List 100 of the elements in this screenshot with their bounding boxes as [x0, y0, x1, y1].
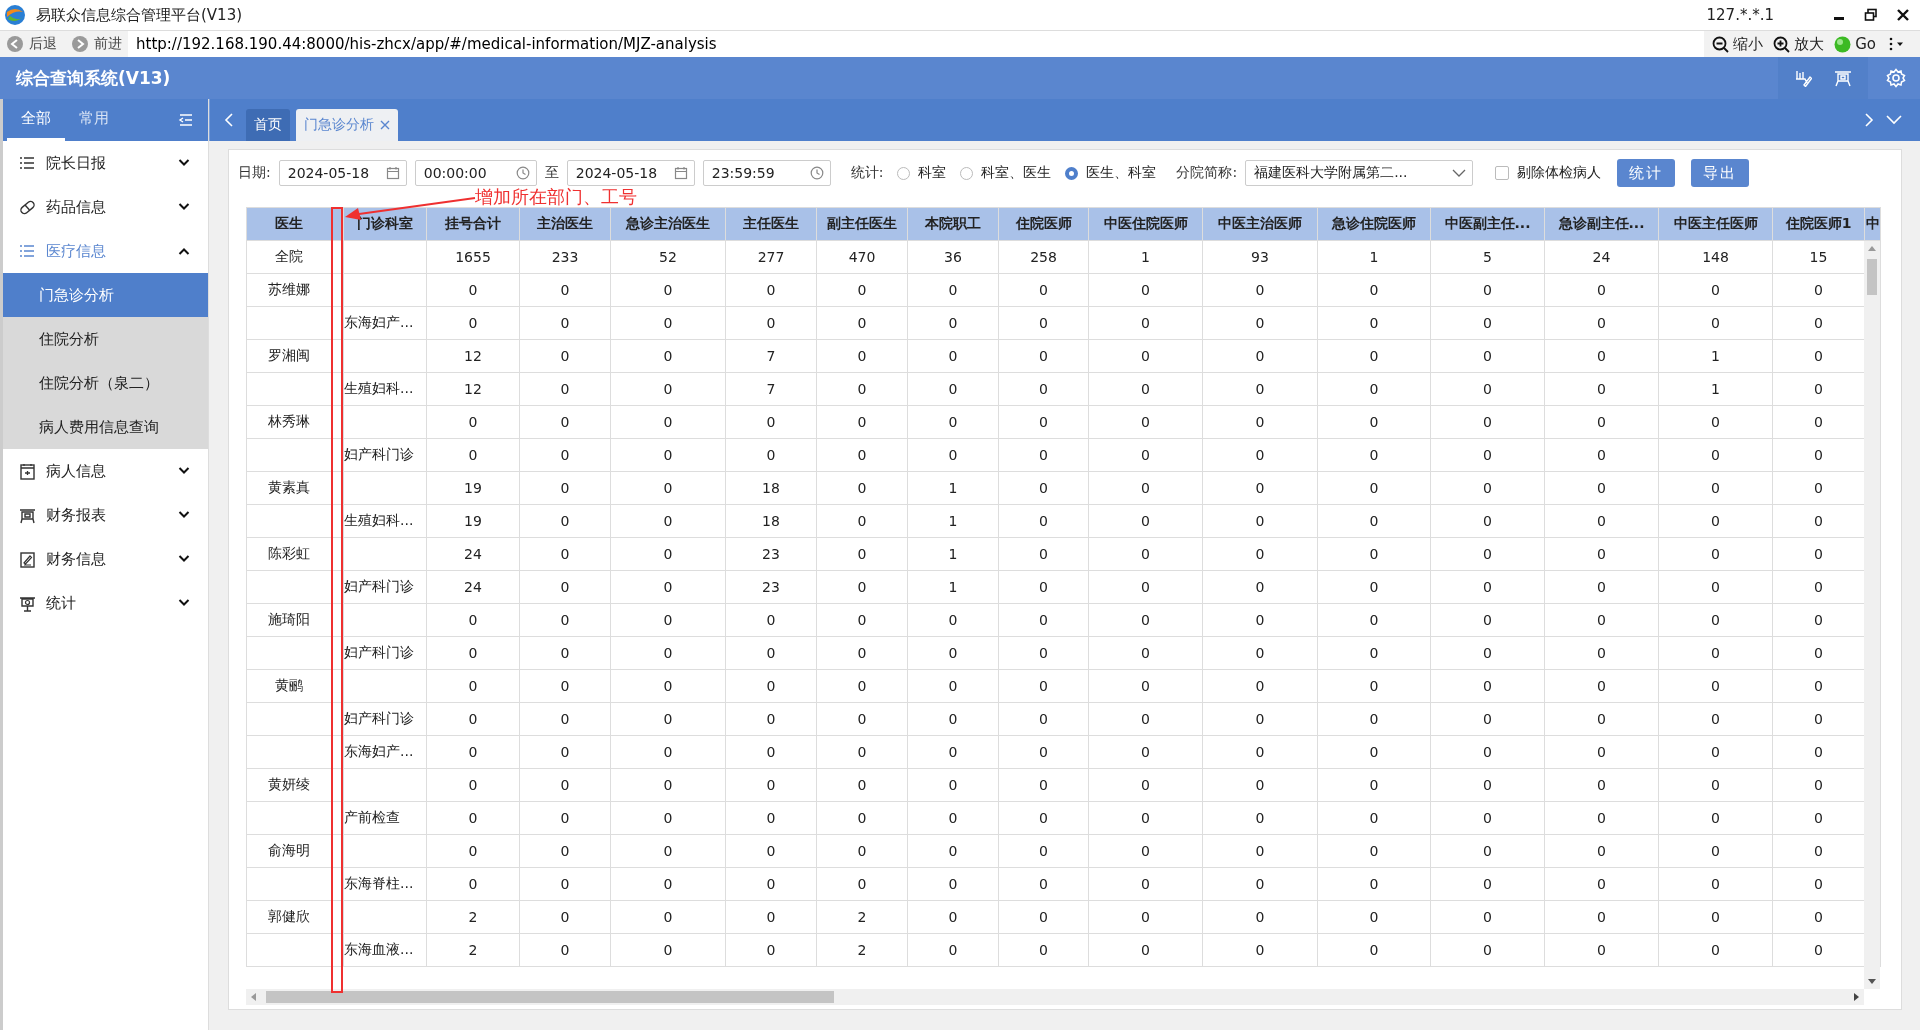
column-header: 副主任医生: [816, 207, 908, 241]
table-cell: 12: [426, 339, 520, 373]
date-field[interactable]: 2024-05-18: [278, 160, 407, 186]
table-cell: 0: [1202, 900, 1318, 934]
table-cell: 0: [1317, 306, 1431, 340]
table-cell: 0: [1658, 438, 1773, 472]
scroll-thumb[interactable]: [266, 991, 834, 1003]
pen-icon[interactable]: [1794, 69, 1812, 87]
restore-icon[interactable]: [1864, 8, 1878, 22]
table-cell: 0: [1088, 735, 1203, 769]
table-cell: 0: [610, 471, 726, 505]
chevron-down-icon[interactable]: [1886, 115, 1902, 125]
vertical-scrollbar[interactable]: [1864, 241, 1880, 989]
table-cell: 0: [1544, 933, 1659, 967]
collapse-menu-icon[interactable]: [178, 113, 194, 127]
table-cell: 5: [1430, 240, 1545, 274]
table-cell: 0: [1430, 801, 1545, 835]
submenu-item[interactable]: 门急诊分析: [3, 273, 208, 317]
sidebar-item[interactable]: 病人信息: [3, 449, 208, 493]
table-cell: 0: [1088, 768, 1203, 802]
zoom-in-button[interactable]: 放大: [1773, 34, 1825, 54]
table-cell: 0: [1088, 702, 1203, 736]
forward-button[interactable]: 前进: [71, 35, 122, 53]
table-cell: 0: [1317, 933, 1431, 967]
back-button[interactable]: 后退: [6, 35, 57, 53]
table-cell: 0: [998, 900, 1089, 934]
branch-dropdown[interactable]: 福建医科大学附属第二...: [1245, 160, 1474, 186]
table-cell: 0: [1544, 372, 1659, 406]
submenu-item[interactable]: 住院分析（泉二）: [3, 361, 208, 405]
table-cell: 0: [1658, 702, 1773, 736]
go-button[interactable]: Go: [1834, 35, 1876, 53]
table-cell: 0: [998, 273, 1089, 307]
sidebar-item[interactable]: 统计: [3, 581, 208, 625]
table-cell: 0: [907, 273, 999, 307]
chevron-left-icon[interactable]: [224, 112, 234, 128]
close-icon[interactable]: [1896, 8, 1910, 22]
scroll-thumb[interactable]: [1867, 259, 1877, 295]
table-cell: 0: [1544, 900, 1659, 934]
sidebar-item[interactable]: 财务信息: [3, 537, 208, 581]
table-cell: 0: [1658, 834, 1773, 868]
table-cell: 0: [907, 306, 999, 340]
table-cell: 0: [519, 636, 611, 670]
chevron-right-icon[interactable]: [1864, 112, 1874, 128]
table-cell: 0: [1430, 504, 1545, 538]
radio-option[interactable]: 科室、医生: [960, 164, 1052, 182]
chevron-down-icon: [178, 511, 190, 519]
table-cell: 0: [1088, 405, 1203, 439]
chevron-down-icon: [178, 203, 190, 211]
table-cell: 0: [725, 636, 817, 670]
table-cell: 0: [610, 504, 726, 538]
table-cell: 0: [1658, 735, 1773, 769]
table-cell: 0: [1317, 273, 1431, 307]
sidebar-item[interactable]: 医疗信息: [3, 229, 208, 273]
table-cell: 0: [610, 900, 726, 934]
submenu-item[interactable]: 病人费用信息查询: [3, 405, 208, 449]
submenu-item[interactable]: 住院分析: [3, 317, 208, 361]
checkbox-option[interactable]: 剔除体检病人: [1495, 164, 1602, 182]
to-label: 至: [544, 164, 559, 182]
table-cell: 0: [1544, 339, 1659, 373]
sidebar-item[interactable]: 药品信息: [3, 185, 208, 229]
board-icon: [19, 506, 36, 524]
settings-icon[interactable]: [1886, 68, 1906, 88]
page-tab[interactable]: 首页: [246, 109, 290, 141]
zoom-out-button[interactable]: 缩小: [1712, 34, 1764, 54]
table-cell: 0: [610, 570, 726, 604]
sidebar-item[interactable]: 财务报表: [3, 493, 208, 537]
table-cell: 0: [1317, 405, 1431, 439]
horizontal-scrollbar[interactable]: [246, 989, 1864, 1005]
table-cell: 0: [519, 570, 611, 604]
sidebar-tab[interactable]: 全部: [7, 99, 65, 141]
table-cell: 产前检查: [343, 801, 427, 835]
radio-option[interactable]: 医生、科室: [1065, 164, 1157, 182]
board-icon[interactable]: [1834, 69, 1852, 87]
action-button[interactable]: 统计: [1617, 159, 1676, 187]
table-cell: 林秀琳: [246, 405, 332, 439]
date-label: 日期:: [238, 164, 271, 182]
table-cell: 0: [907, 372, 999, 406]
table-cell: 0: [1088, 372, 1203, 406]
time-field[interactable]: 00:00:00: [414, 160, 537, 186]
table-cell: 0: [725, 438, 817, 472]
table-cell: 0: [1317, 768, 1431, 802]
table-cell: 0: [725, 273, 817, 307]
radio-option[interactable]: 科室: [897, 164, 947, 182]
table-cell: 0: [998, 735, 1089, 769]
action-button[interactable]: 导出: [1691, 159, 1750, 187]
time-field[interactable]: 23:59:59: [702, 160, 831, 186]
date-field[interactable]: 2024-05-18: [566, 160, 695, 186]
table-cell: 0: [998, 372, 1089, 406]
table-cell: 0: [1202, 438, 1318, 472]
table-cell: 0: [1544, 669, 1659, 703]
table-cell: 0: [1430, 537, 1545, 571]
table-cell: 0: [519, 834, 611, 868]
table-cell: 0: [1088, 537, 1203, 571]
table-cell: 0: [1202, 735, 1318, 769]
table-cell: 0: [426, 867, 520, 901]
table-cell: 0: [1658, 933, 1773, 967]
sidebar-item[interactable]: 院长日报: [3, 141, 208, 185]
table-cell: 黄妍绫: [246, 768, 332, 802]
table-cell: 0: [426, 636, 520, 670]
table-cell: 0: [1544, 735, 1659, 769]
